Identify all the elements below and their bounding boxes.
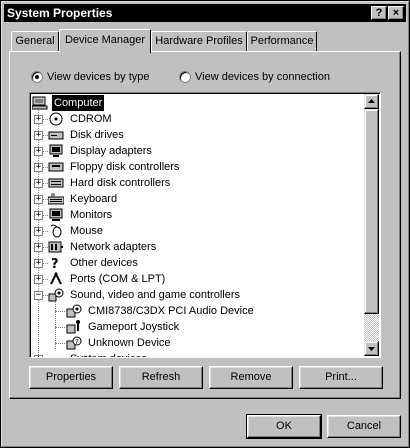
tree-item-label: Other devices <box>70 257 138 269</box>
remove-button[interactable]: Remove <box>209 366 293 389</box>
tree-item-label: System devices <box>70 351 147 357</box>
tree-item-label: Sound, video and game controllers <box>70 289 240 301</box>
radio-label: View devices by type <box>47 71 150 83</box>
radio-dot <box>35 75 39 79</box>
cancel-button[interactable]: Cancel <box>327 415 401 438</box>
ok-button-label: OK <box>276 420 292 432</box>
cancel-button-label: Cancel <box>346 420 382 432</box>
title-bar: System Properties ? × <box>4 4 406 22</box>
expand-toggle[interactable]: + <box>34 131 43 140</box>
tree-item-label: Monitors <box>70 209 113 221</box>
properties-button-label: Properties <box>45 371 97 383</box>
tree-item-label: Hard disk controllers <box>70 177 171 189</box>
tab-hardware-profiles[interactable]: Hardware Profiles <box>151 31 247 51</box>
close-button[interactable]: × <box>388 6 404 20</box>
tab-general[interactable]: General <box>11 31 59 51</box>
device-tree[interactable]: Computer + CDROM + Disk drives + Display adap… <box>29 92 381 358</box>
sound-icon <box>48 288 64 302</box>
tree-item-label: CDROM <box>70 113 112 125</box>
radio-circle <box>31 71 43 83</box>
cdrom-icon <box>49 112 63 126</box>
tree-line <box>55 343 65 344</box>
scroll-down-button[interactable] <box>364 341 379 356</box>
question-mark-icon: ? <box>51 257 59 270</box>
scroll-up-button[interactable] <box>364 94 379 109</box>
tree-item-label: Keyboard <box>70 193 118 205</box>
expand-toggle[interactable]: + <box>34 211 43 220</box>
tree-item-label: Disk drives <box>70 129 124 141</box>
radio-circle <box>179 71 191 83</box>
expand-toggle[interactable]: + <box>34 115 43 124</box>
print-button[interactable]: Print... <box>299 366 383 389</box>
keyboard-icon <box>48 193 64 205</box>
arrow-up-icon <box>368 99 375 103</box>
radio-view-by-type[interactable]: View devices by type <box>31 70 171 84</box>
tree-item-label: CMI8738/C3DX PCI Audio Device <box>88 305 254 317</box>
refresh-button-label: Refresh <box>141 371 181 383</box>
radio-label: View devices by connection <box>195 71 330 83</box>
tab-performance-label: Performance <box>250 35 314 47</box>
svg-text:?: ? <box>51 257 59 270</box>
floppy-controller-icon <box>48 162 64 172</box>
properties-button[interactable]: Properties <box>29 366 113 389</box>
expand-toggle[interactable]: + <box>34 243 43 252</box>
tree-item-label: Floppy disk controllers <box>70 161 180 173</box>
unknown-device-icon: ? <box>66 336 82 350</box>
tree-line <box>55 327 65 328</box>
help-button[interactable]: ? <box>371 6 387 20</box>
scroll-thumb[interactable] <box>364 109 379 314</box>
expand-toggle[interactable]: + <box>34 195 43 204</box>
audio-device-icon <box>66 304 82 318</box>
svg-text:?: ? <box>75 338 79 346</box>
system-properties-window: System Properties ? × General Device Man… <box>0 0 410 448</box>
joystick-icon <box>66 320 80 334</box>
tab-device-manager[interactable]: Device Manager <box>59 29 151 53</box>
expand-toggle[interactable]: + <box>34 275 43 284</box>
expand-toggle[interactable]: + <box>34 227 43 236</box>
display-adapter-icon <box>49 144 63 157</box>
expand-toggle[interactable]: + <box>34 147 43 156</box>
expand-toggle[interactable]: + <box>34 163 43 172</box>
ok-button[interactable]: OK <box>246 414 322 439</box>
tree-item-label: Display adapters <box>70 145 152 157</box>
mouse-icon <box>50 224 62 238</box>
network-adapter-icon <box>48 241 63 253</box>
computer-icon <box>32 96 48 110</box>
port-icon <box>50 272 62 285</box>
arrow-down-icon <box>368 347 375 351</box>
tab-device-manager-label: Device Manager <box>64 34 146 46</box>
tree-item-label: Network adapters <box>70 241 157 253</box>
radio-view-by-connection[interactable]: View devices by connection <box>179 70 339 84</box>
tree-line <box>55 297 56 349</box>
remove-button-label: Remove <box>230 371 272 383</box>
tree-item-label: Computer <box>52 95 105 111</box>
tree-scrollbar[interactable] <box>364 94 379 356</box>
tree-item-label: Ports (COM & LPT) <box>70 273 166 285</box>
tab-performance[interactable]: Performance <box>247 31 317 51</box>
tree-item-label: Gameport Joystick <box>88 321 180 333</box>
tab-hardware-profiles-label: Hardware Profiles <box>155 35 243 47</box>
expand-toggle[interactable]: + <box>34 355 43 357</box>
hard-disk-controller-icon <box>48 178 64 188</box>
tab-general-label: General <box>15 35 55 47</box>
expand-toggle[interactable]: + <box>34 259 43 268</box>
expand-toggle[interactable]: + <box>34 179 43 188</box>
tree-item-label: Mouse <box>70 225 104 237</box>
tree-line <box>55 311 65 312</box>
print-button-label: Print... <box>325 371 357 383</box>
monitor-icon <box>49 208 63 221</box>
window-title: System Properties <box>7 6 113 20</box>
expand-toggle[interactable]: − <box>34 291 43 300</box>
refresh-button[interactable]: Refresh <box>119 366 203 389</box>
disk-drive-icon <box>48 131 64 140</box>
tree-item-label: Unknown Device <box>88 337 171 349</box>
